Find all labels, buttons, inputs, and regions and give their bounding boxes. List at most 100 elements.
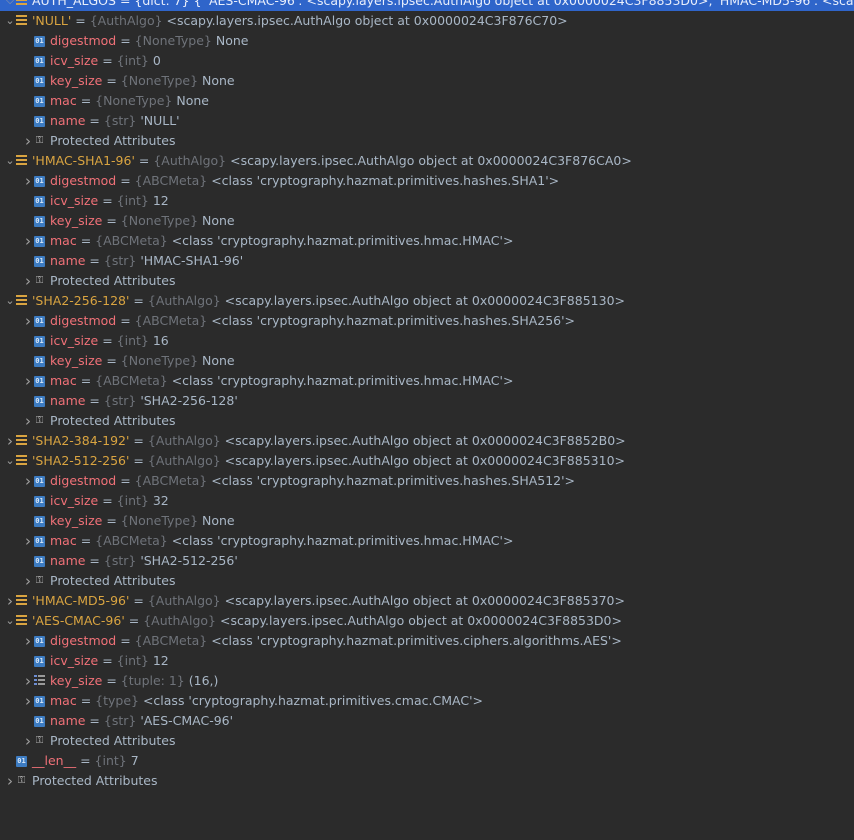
field-icon: 01 [34, 76, 45, 87]
variable-name: name [50, 393, 86, 408]
tree-row[interactable]: › 01 digestmod = {ABCMeta} <class 'cryptog… [0, 471, 854, 491]
chevron-right-icon[interactable]: › [22, 471, 34, 491]
tree-row[interactable]: 01 name = {str} 'SHA2-512-256' [0, 551, 854, 571]
chevron-right-icon[interactable]: › [22, 571, 34, 591]
chevron-right-icon[interactable]: › [22, 231, 34, 251]
tree-row[interactable]: 01 key_size = {NoneType} None [0, 71, 854, 91]
chevron-down-icon[interactable]: ⌄ [4, 11, 16, 31]
chevron-right-icon[interactable]: › [22, 631, 34, 651]
tree-row[interactable]: 01 __len__ = {int} 7 [0, 751, 854, 771]
field-icon: 01 [34, 256, 45, 267]
variable-value: <scapy.layers.ipsec.AuthAlgo object at 0… [219, 613, 622, 628]
chevron-down-icon[interactable]: ⌵ [4, 0, 16, 11]
tree-row[interactable]: › 01 digestmod = {ABCMeta} <class 'cryptog… [0, 311, 854, 331]
variable-type: {ABCMeta} [95, 233, 172, 248]
variable-type: {NoneType} [120, 353, 202, 368]
tree-row[interactable]: 01 icv_size = {int} 12 [0, 191, 854, 211]
variable-value: <scapy.layers.ipsec.AuthAlgo object at 0… [230, 153, 632, 168]
tree-row[interactable]: ⌄ 'NULL' = {AuthAlgo} <scapy.layers.ipsec… [0, 11, 854, 31]
variable-name: key_size [50, 513, 103, 528]
tree-row[interactable]: › ⚿ Protected Attributes [0, 411, 854, 431]
chevron-right-icon[interactable]: › [22, 531, 34, 551]
variable-name: digestmod [50, 473, 117, 488]
chevron-right-icon[interactable]: › [22, 691, 34, 711]
variable-type: {ABCMeta} [134, 473, 212, 488]
variable-value: <scapy.layers.ipsec.AuthAlgo object at 0… [224, 293, 626, 308]
field-icon: 01 [34, 316, 45, 327]
equals-sign: = [98, 53, 117, 68]
variable-value: None [176, 93, 209, 108]
chevron-down-icon[interactable]: ⌄ [4, 451, 16, 471]
equals-sign: = [129, 593, 148, 608]
tree-row[interactable]: › 'HMAC-MD5-96' = {AuthAlgo} <scapy.layer… [0, 591, 854, 611]
tree-row[interactable]: 01 key_size = {NoneType} None [0, 511, 854, 531]
chevron-down-icon[interactable]: ⌄ [4, 291, 16, 311]
chevron-right-icon[interactable]: › [4, 771, 16, 791]
tree-row[interactable]: › 01 mac = {type} <class 'cryptography.haz… [0, 691, 854, 711]
tree-row[interactable]: › 01 mac = {ABCMeta} <class 'cryptography.… [0, 371, 854, 391]
tree-row[interactable]: 01 name = {str} 'AES-CMAC-96' [0, 711, 854, 731]
chevron-right-icon[interactable]: › [22, 131, 34, 151]
tree-row[interactable]: › 01 mac = {ABCMeta} <class 'cryptography.… [0, 231, 854, 251]
equals-sign: = [129, 453, 148, 468]
tree-row[interactable]: › ⚿ Protected Attributes [0, 131, 854, 151]
tree-row[interactable]: 01 digestmod = {NoneType} None [0, 31, 854, 51]
variable-value: None [202, 73, 235, 88]
tree-row[interactable]: 01 key_size = {NoneType} None [0, 351, 854, 371]
tree-row[interactable]: 01 mac = {NoneType} None [0, 91, 854, 111]
tree-row[interactable]: 01 name = {str} 'SHA2-256-128' [0, 391, 854, 411]
equals-sign: = [98, 333, 117, 348]
field-icon: 01 [34, 376, 45, 387]
variable-value: None [202, 513, 235, 528]
chevron-right-icon[interactable]: › [22, 671, 34, 691]
equals-sign: = [76, 693, 96, 708]
chevron-down-icon[interactable]: ⌄ [4, 151, 16, 171]
tree-row[interactable]: › 01 digestmod = {ABCMeta} <class 'cryptog… [0, 631, 854, 651]
variable-value: <scapy.layers.ipsec.AuthAlgo object at 0… [224, 453, 626, 468]
chevron-right-icon[interactable]: › [4, 591, 16, 611]
tree-row[interactable]: › 01 mac = {ABCMeta} <class 'cryptography.… [0, 531, 854, 551]
tree-row[interactable]: ⌄ 'AES-CMAC-96' = {AuthAlgo} <scapy.layer… [0, 611, 854, 631]
tree-row[interactable]: › 'SHA2-384-192' = {AuthAlgo} <scapy.laye… [0, 431, 854, 451]
field-icon: 01 [34, 636, 45, 647]
tree-row[interactable]: 01 key_size = {NoneType} None [0, 211, 854, 231]
variable-type: {ABCMeta} [95, 533, 172, 548]
chevron-right-icon[interactable]: › [22, 411, 34, 431]
variable-value: 7 [130, 753, 139, 768]
dict-icon [16, 0, 27, 6]
variable-name: icv_size [50, 333, 99, 348]
object-icon [16, 435, 27, 446]
chevron-right-icon[interactable]: › [22, 271, 34, 291]
tree-row[interactable]: › ⚿ Protected Attributes [0, 271, 854, 291]
chevron-right-icon[interactable]: › [22, 731, 34, 751]
variable-value: None [202, 213, 235, 228]
tree-row[interactable]: 01 name = {str} 'NULL' [0, 111, 854, 131]
chevron-right-icon[interactable]: › [22, 371, 34, 391]
variable-type: {NoneType} [95, 93, 177, 108]
tree-row[interactable]: ⌄ 'HMAC-SHA1-96' = {AuthAlgo} <scapy.laye… [0, 151, 854, 171]
chevron-right-icon[interactable]: › [22, 311, 34, 331]
tree-row[interactable]: 01 icv_size = {int} 16 [0, 331, 854, 351]
tree-row[interactable]: 01 icv_size = {int} 0 [0, 51, 854, 71]
chevron-right-icon[interactable]: › [22, 171, 34, 191]
variable-value: None [215, 33, 249, 48]
field-icon: 01 [34, 236, 45, 247]
field-icon: 01 [34, 696, 45, 707]
protected-attributes-label: Protected Attributes [50, 273, 176, 288]
tree-row[interactable]: 01 name = {str} 'HMAC-SHA1-96' [0, 251, 854, 271]
field-icon: 01 [34, 56, 45, 67]
tree-row[interactable]: 01 icv_size = {int} 12 [0, 651, 854, 671]
tree-row[interactable]: › ⚿ Protected Attributes [0, 771, 854, 791]
tree-row[interactable]: 01 icv_size = {int} 32 [0, 491, 854, 511]
tree-row[interactable]: › ⚿ Protected Attributes [0, 731, 854, 751]
chevron-right-icon[interactable]: › [4, 431, 16, 451]
variable-name: 'HMAC-MD5-96' [32, 593, 130, 608]
tree-row[interactable]: ⌄ 'SHA2-256-128' = {AuthAlgo} <scapy.laye… [0, 291, 854, 311]
tree-row-root[interactable]: ⌵ AUTH_ALGOS = {dict: 7} { 'AES-CMAC-96'… [0, 0, 854, 11]
tree-row[interactable]: › key_size = {tuple: 1} (16,) [0, 671, 854, 691]
field-icon: 01 [16, 756, 27, 767]
tree-row[interactable]: ⌄ 'SHA2-512-256' = {AuthAlgo} <scapy.laye… [0, 451, 854, 471]
tree-row[interactable]: › ⚿ Protected Attributes [0, 571, 854, 591]
chevron-down-icon[interactable]: ⌄ [4, 611, 16, 631]
tree-row[interactable]: › 01 digestmod = {ABCMeta} <class 'cryptog… [0, 171, 854, 191]
